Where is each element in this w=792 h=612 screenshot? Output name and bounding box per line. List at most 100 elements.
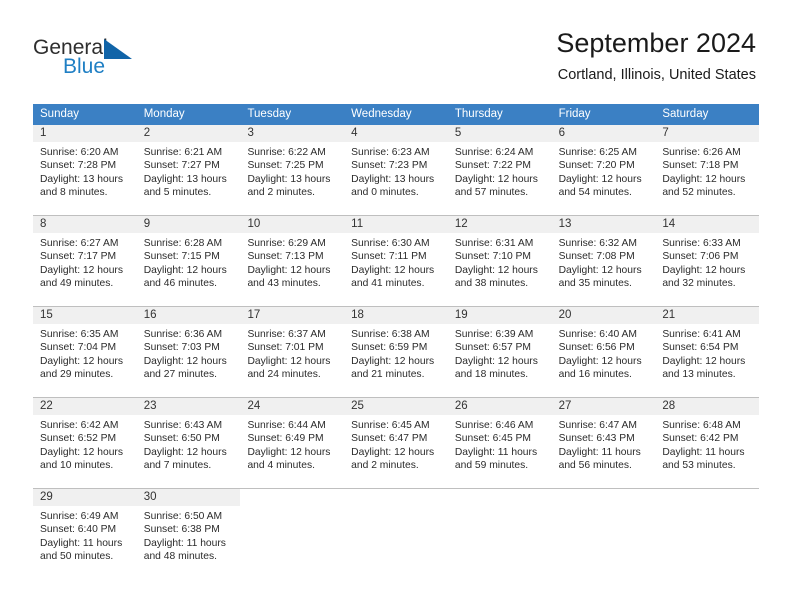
- day-number: 28: [662, 400, 676, 412]
- day-details: Sunrise: 6:46 AM Sunset: 6:45 PM Daylight:…: [448, 415, 552, 473]
- day-detail-line: Sunset: 7:20 PM: [558, 160, 635, 172]
- page-title: September 2024: [556, 28, 756, 58]
- calendar-day-cell[interactable]: 9 Sunrise: 6:28 AM Sunset: 7:15 PM Daylight…: [136, 216, 241, 298]
- calendar-day-cell[interactable]: 25 Sunrise: 6:45 AM Sunset: 6:47 PM Dayligh…: [344, 398, 448, 480]
- calendar-day-cell[interactable]: 27 Sunrise: 6:47 AM Sunset: 6:43 PM Dayligh…: [551, 398, 656, 480]
- day-detail-line: Sunset: 7:18 PM: [662, 160, 739, 172]
- day-number-band: 6: [551, 125, 656, 142]
- calendar-day-cell[interactable]: 1 Sunrise: 6:20 AM Sunset: 7:28 PM Daylight…: [33, 125, 137, 207]
- calendar-day-cell[interactable]: 23 Sunrise: 6:43 AM Sunset: 6:50 PM Dayligh…: [136, 398, 241, 480]
- day-detail-line: and 29 minutes.: [40, 369, 114, 381]
- day-detail-line: Sunset: 6:45 PM: [454, 433, 532, 445]
- day-detail-line: and 10 minutes.: [40, 460, 114, 472]
- day-detail-line: Daylight: 12 hours: [351, 446, 435, 458]
- general-blue-logo[interactable]: General Blue: [33, 36, 173, 84]
- day-details: Sunrise: 6:45 AM Sunset: 6:47 PM Daylight:…: [344, 415, 448, 473]
- calendar-day-cell[interactable]: 29 Sunrise: 6:49 AM Sunset: 6:40 PM Dayligh…: [33, 489, 137, 571]
- day-detail-line: Daylight: 12 hours: [454, 355, 538, 367]
- calendar-day-cell[interactable]: 11 Sunrise: 6:30 AM Sunset: 7:11 PM Dayligh…: [344, 216, 448, 298]
- day-detail-line: and 54 minutes.: [558, 187, 632, 199]
- day-detail-line: and 38 minutes.: [454, 278, 529, 290]
- calendar-week-row: 29 Sunrise: 6:49 AM Sunset: 6:40 PM Dayligh…: [33, 488, 760, 571]
- day-detail-line: and 57 minutes.: [454, 187, 529, 199]
- day-number-band: 18: [344, 307, 448, 324]
- calendar-day-cell[interactable]: 8 Sunrise: 6:27 AM Sunset: 7:17 PM Daylight…: [33, 216, 137, 298]
- day-detail-line: Sunset: 6:40 PM: [40, 524, 117, 536]
- weekday-header-friday: Friday: [558, 108, 591, 120]
- calendar-day-cell[interactable]: 5 Sunrise: 6:24 AM Sunset: 7:22 PM Daylight…: [447, 125, 552, 207]
- calendar-day-cell[interactable]: 6 Sunrise: 6:25 AM Sunset: 7:20 PM Daylight…: [551, 125, 656, 207]
- calendar-day-cell[interactable]: 18 Sunrise: 6:38 AM Sunset: 6:59 PM Dayligh…: [344, 307, 448, 389]
- day-detail-line: Sunset: 7:01 PM: [247, 342, 324, 354]
- day-number-band: 22: [33, 398, 137, 415]
- day-number: 26: [454, 400, 468, 412]
- calendar-page: General Blue September 2024 Cortland, Il…: [0, 0, 792, 612]
- calendar-day-cell[interactable]: 13 Sunrise: 6:32 AM Sunset: 7:08 PM Dayligh…: [551, 216, 656, 298]
- calendar-day-cell[interactable]: 12 Sunrise: 6:31 AM Sunset: 7:10 PM Dayligh…: [447, 216, 552, 298]
- calendar-day-cell[interactable]: 3 Sunrise: 6:22 AM Sunset: 7:25 PM Daylight…: [240, 125, 345, 207]
- calendar-day-cell[interactable]: 20 Sunrise: 6:40 AM Sunset: 6:56 PM Dayligh…: [551, 307, 656, 389]
- day-detail-line: Sunrise: 6:46 AM: [454, 420, 534, 431]
- calendar-day-cell[interactable]: 30 Sunrise: 6:50 AM Sunset: 6:38 PM Dayligh…: [136, 489, 241, 571]
- day-detail-line: and 8 minutes.: [40, 187, 108, 199]
- day-detail-line: Sunrise: 6:21 AM: [143, 147, 223, 158]
- day-details: Sunrise: 6:37 AM Sunset: 7:01 PM Daylight:…: [240, 324, 344, 382]
- day-number-band: 23: [136, 398, 241, 415]
- weekday-header-wednesday: Wednesday: [351, 108, 412, 120]
- day-detail-line: Daylight: 12 hours: [143, 355, 227, 367]
- day-details: Sunrise: 6:28 AM Sunset: 7:15 PM Daylight:…: [137, 233, 241, 291]
- day-detail-line: Sunset: 7:28 PM: [40, 160, 117, 172]
- day-detail-line: and 4 minutes.: [247, 460, 315, 472]
- day-number-band: 27: [551, 398, 656, 415]
- day-detail-line: Sunrise: 6:50 AM: [143, 511, 223, 522]
- calendar-day-cell[interactable]: 15 Sunrise: 6:35 AM Sunset: 7:04 PM Dayligh…: [33, 307, 137, 389]
- calendar-day-cell[interactable]: 7 Sunrise: 6:26 AM Sunset: 7:18 PM Daylight…: [655, 125, 760, 207]
- calendar-day-cell[interactable]: 17 Sunrise: 6:37 AM Sunset: 7:01 PM Dayligh…: [240, 307, 345, 389]
- calendar-day-cell[interactable]: 24 Sunrise: 6:44 AM Sunset: 6:49 PM Dayligh…: [240, 398, 345, 480]
- calendar-day-cell[interactable]: 4 Sunrise: 6:23 AM Sunset: 7:23 PM Daylight…: [344, 125, 448, 207]
- day-detail-line: Daylight: 12 hours: [40, 355, 123, 367]
- day-detail-line: and 13 minutes.: [662, 369, 736, 381]
- day-detail-line: Daylight: 12 hours: [247, 264, 331, 276]
- day-detail-line: Daylight: 13 hours: [351, 173, 435, 185]
- day-detail-line: Sunrise: 6:20 AM: [40, 147, 119, 158]
- calendar-day-cell[interactable]: 14 Sunrise: 6:33 AM Sunset: 7:06 PM Dayligh…: [655, 216, 760, 298]
- calendar-day-cell[interactable]: 16 Sunrise: 6:36 AM Sunset: 7:03 PM Dayligh…: [136, 307, 241, 389]
- day-details: Sunrise: 6:30 AM Sunset: 7:11 PM Daylight:…: [344, 233, 448, 291]
- day-number: 19: [454, 309, 468, 321]
- day-detail-line: Daylight: 12 hours: [143, 446, 227, 458]
- day-detail-line: Sunset: 6:42 PM: [662, 433, 739, 445]
- calendar-day-cell[interactable]: 21 Sunrise: 6:41 AM Sunset: 6:54 PM Dayligh…: [655, 307, 760, 389]
- day-detail-line: Sunset: 7:11 PM: [351, 251, 427, 263]
- day-detail-line: Sunset: 6:49 PM: [247, 433, 324, 445]
- calendar-day-cell[interactable]: 22 Sunrise: 6:42 AM Sunset: 6:52 PM Dayligh…: [33, 398, 137, 480]
- day-number-band: [552, 489, 656, 506]
- weekday-header-monday: Monday: [143, 108, 185, 120]
- day-number-band: 24: [240, 398, 345, 415]
- day-detail-line: and 52 minutes.: [662, 187, 736, 199]
- calendar-day-cell[interactable]: 19 Sunrise: 6:39 AM Sunset: 6:57 PM Dayligh…: [447, 307, 552, 389]
- day-detail-line: Sunrise: 6:29 AM: [247, 238, 326, 249]
- calendar-day-cell[interactable]: 2 Sunrise: 6:21 AM Sunset: 7:27 PM Daylight…: [136, 125, 241, 207]
- day-details: [344, 506, 448, 510]
- day-number-band: 25: [344, 398, 448, 415]
- day-detail-line: Sunset: 7:06 PM: [662, 251, 739, 263]
- day-detail-line: Sunset: 6:52 PM: [40, 433, 117, 445]
- week-spacer: [33, 389, 759, 397]
- day-number: 1: [40, 127, 47, 139]
- calendar-day-cell[interactable]: 26 Sunrise: 6:46 AM Sunset: 6:45 PM Dayligh…: [447, 398, 552, 480]
- calendar-week-row: 15 Sunrise: 6:35 AM Sunset: 7:04 PM Dayligh…: [33, 306, 760, 389]
- day-details: Sunrise: 6:44 AM Sunset: 6:49 PM Daylight:…: [240, 415, 344, 473]
- day-number-band: 14: [655, 216, 760, 233]
- week-spacer: [33, 207, 759, 215]
- calendar-day-cell[interactable]: 28 Sunrise: 6:48 AM Sunset: 6:42 PM Dayligh…: [655, 398, 760, 480]
- day-detail-line: Sunset: 7:10 PM: [454, 251, 532, 263]
- day-detail-line: Daylight: 12 hours: [662, 355, 746, 367]
- day-number: 12: [454, 218, 468, 230]
- day-number: 4: [351, 127, 358, 139]
- day-number-band: 8: [33, 216, 137, 233]
- calendar-day-cell[interactable]: 10 Sunrise: 6:29 AM Sunset: 7:13 PM Dayligh…: [240, 216, 345, 298]
- day-detail-line: Sunset: 7:08 PM: [558, 251, 635, 263]
- day-number-band: 4: [344, 125, 448, 142]
- calendar-empty-cell: [344, 489, 448, 571]
